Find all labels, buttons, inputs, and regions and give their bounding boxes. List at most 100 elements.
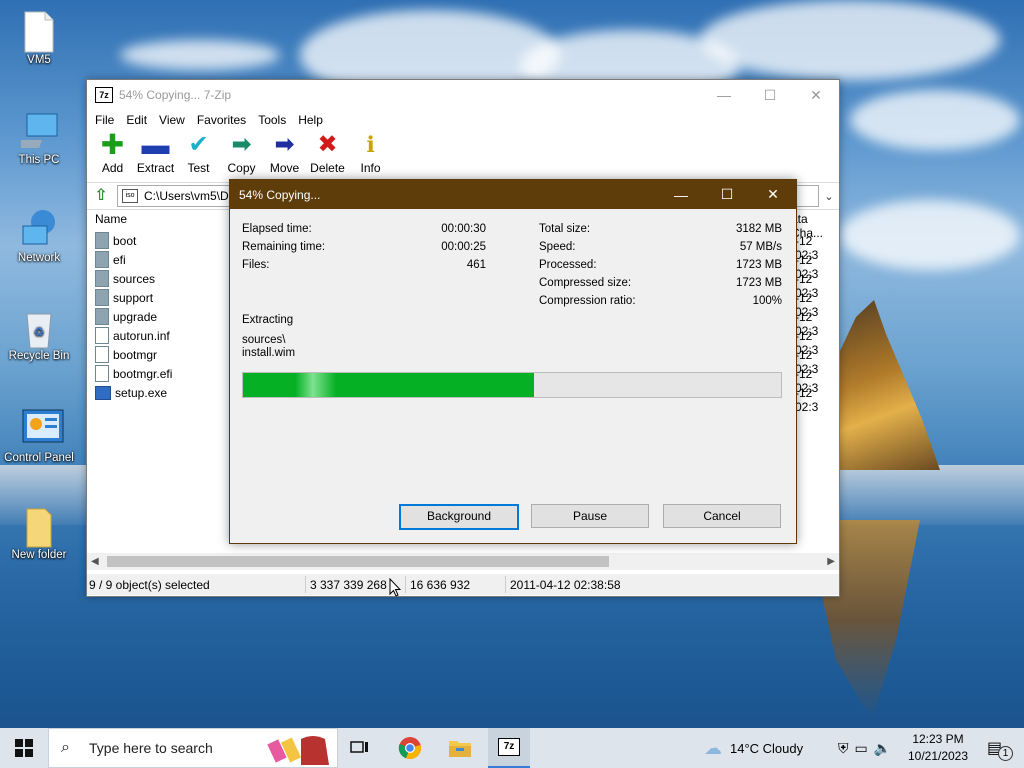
list-item[interactable]: bootmgr xyxy=(95,345,157,364)
menu-tools[interactable]: Tools xyxy=(252,113,292,127)
task-view-icon xyxy=(350,741,368,753)
status-selected: 9 / 9 object(s) selected xyxy=(89,578,210,592)
exe-icon xyxy=(95,385,111,400)
7zip-taskbar-button[interactable]: 7z xyxy=(488,728,530,768)
minus-icon: ▬ xyxy=(141,129,170,160)
test-button[interactable]: ✔ Test xyxy=(177,130,220,176)
current-file: install.wim xyxy=(242,347,296,359)
search-icon: ⌕ xyxy=(61,739,70,756)
folder-icon xyxy=(21,505,57,548)
processed-label: Processed: xyxy=(539,259,597,271)
list-item[interactable]: upgrade xyxy=(95,307,157,326)
compression-ratio-value: 100% xyxy=(752,295,782,307)
start-button[interactable] xyxy=(0,728,48,768)
file-icon xyxy=(95,346,109,363)
computer-icon xyxy=(9,110,58,150)
info-icon: ℹ xyxy=(366,132,375,157)
desktop-icon-label: Network xyxy=(17,252,61,264)
scroll-right-icon[interactable]: ▶ xyxy=(827,553,835,570)
progress-dialog-titlebar[interactable]: 54% Copying... — ☐ ✕ xyxy=(230,180,796,209)
processed-value: 1723 MB xyxy=(735,259,782,271)
7zip-icon: 7z xyxy=(498,738,520,756)
main-window-title: 54% Copying... 7-Zip xyxy=(119,88,232,102)
copy-button[interactable]: ➡ Copy xyxy=(220,130,263,176)
list-item[interactable]: bootmgr.efi xyxy=(95,364,172,383)
scrollbar-thumb[interactable] xyxy=(107,556,609,567)
volume-muted-icon[interactable]: 🔈 xyxy=(874,740,891,757)
cloud-icon: ☁ xyxy=(704,737,722,758)
weather-text: 14°C Cloudy xyxy=(730,740,804,756)
network-status-icon[interactable]: ▭ xyxy=(855,740,868,757)
pause-button[interactable]: Pause xyxy=(531,504,649,528)
file-explorer-icon xyxy=(449,741,471,757)
add-button[interactable]: ✚ Add xyxy=(91,130,134,176)
address-text: C:\Users\vm5\D xyxy=(144,189,229,203)
remaining-time-label: Remaining time: xyxy=(242,241,326,253)
move-button[interactable]: ➡ Move xyxy=(263,130,306,176)
list-item[interactable]: autorun.inf xyxy=(95,326,170,345)
task-view-button[interactable] xyxy=(340,728,380,768)
list-item[interactable]: setup.exe xyxy=(95,383,167,402)
date-cell: -12 02:3 xyxy=(795,386,819,414)
info-button[interactable]: ℹ Info xyxy=(349,130,392,176)
desktop-icon-this-pc[interactable]: This PC xyxy=(1,110,77,166)
close-button[interactable]: ✕ xyxy=(793,80,839,110)
progress-dialog: 54% Copying... — ☐ ✕ Elapsed time: 00:00… xyxy=(229,179,797,544)
list-item[interactable]: efi xyxy=(95,250,126,269)
extract-button[interactable]: ▬ Extract xyxy=(134,129,177,176)
file-icon xyxy=(95,327,109,344)
desktop-icon-control-panel[interactable]: Control Panel xyxy=(1,408,77,464)
close-button[interactable]: ✕ xyxy=(750,186,796,203)
remaining-time-value: 00:00:25 xyxy=(441,241,486,253)
security-shield-icon[interactable]: ⛨ xyxy=(838,740,849,757)
clock[interactable]: 12:23 PM 10/21/2023 xyxy=(900,731,976,765)
desktop-icon-new-folder[interactable]: New folder xyxy=(1,505,77,561)
delete-button[interactable]: ✖ Delete xyxy=(306,130,349,176)
weather-widget[interactable]: ☁ 14°C Cloudy xyxy=(704,728,803,768)
background-button[interactable]: Background xyxy=(399,504,519,530)
minimize-button[interactable]: — xyxy=(658,187,704,203)
menu-view[interactable]: View xyxy=(153,113,191,127)
file-explorer-taskbar-button[interactable] xyxy=(440,728,480,768)
status-size: 3 337 339 268 xyxy=(310,578,387,592)
taskbar: ⌕ Type here to search 7z ☁ 14°C Cloudy ⛨… xyxy=(0,728,1024,768)
list-item[interactable]: support xyxy=(95,288,153,307)
menu-help[interactable]: Help xyxy=(292,113,329,127)
progress-bar-fill xyxy=(243,373,534,397)
main-window-titlebar[interactable]: 7z 54% Copying... 7-Zip — ☐ ✕ xyxy=(87,80,839,110)
status-bar: 9 / 9 object(s) selected 3 337 339 268 1… xyxy=(87,574,839,595)
desktop-icon-label: VM5 xyxy=(27,54,51,66)
desktop-icon-label: Recycle Bin xyxy=(8,350,70,362)
desktop-icon-recycle-bin[interactable]: ♻ Recycle Bin xyxy=(1,306,77,362)
folder-icon xyxy=(95,232,109,249)
list-item[interactable]: boot xyxy=(95,231,136,250)
elapsed-time-value: 00:00:30 xyxy=(441,223,486,235)
files-label: Files: xyxy=(242,259,270,271)
delete-x-icon: ✖ xyxy=(317,131,338,158)
menu-file[interactable]: File xyxy=(89,113,120,127)
total-size-value: 3182 MB xyxy=(735,223,782,235)
chrome-icon xyxy=(398,737,421,760)
maximize-button[interactable]: ☐ xyxy=(747,80,793,110)
notification-center-button[interactable]: ▤ 1 xyxy=(980,728,1020,768)
status-modified: 2011-04-12 02:38:58 xyxy=(510,578,621,592)
maximize-button[interactable]: ☐ xyxy=(704,186,750,203)
speed-label: Speed: xyxy=(539,241,576,253)
list-item[interactable]: sources xyxy=(95,269,155,288)
chevron-down-icon[interactable]: ⌄ xyxy=(819,190,839,203)
desktop-icon-vm5[interactable]: VM5 xyxy=(1,10,77,66)
minimize-button[interactable]: — xyxy=(701,80,747,110)
cancel-button[interactable]: Cancel xyxy=(663,504,781,528)
folder-icon xyxy=(95,289,109,306)
folder-up-icon[interactable]: ⇧ xyxy=(91,186,111,206)
scroll-left-icon[interactable]: ◀ xyxy=(91,553,99,570)
folder-icon xyxy=(95,251,109,268)
menu-edit[interactable]: Edit xyxy=(120,113,153,127)
chrome-taskbar-button[interactable] xyxy=(390,728,430,768)
desktop-icon-network[interactable]: Network xyxy=(1,208,77,264)
menu-favorites[interactable]: Favorites xyxy=(191,113,252,127)
elapsed-time-label: Elapsed time: xyxy=(242,223,312,235)
horizontal-scrollbar[interactable]: ◀ ▶ xyxy=(87,553,839,570)
column-header-name[interactable]: Name xyxy=(95,212,127,226)
search-box[interactable]: ⌕ Type here to search xyxy=(48,728,338,768)
